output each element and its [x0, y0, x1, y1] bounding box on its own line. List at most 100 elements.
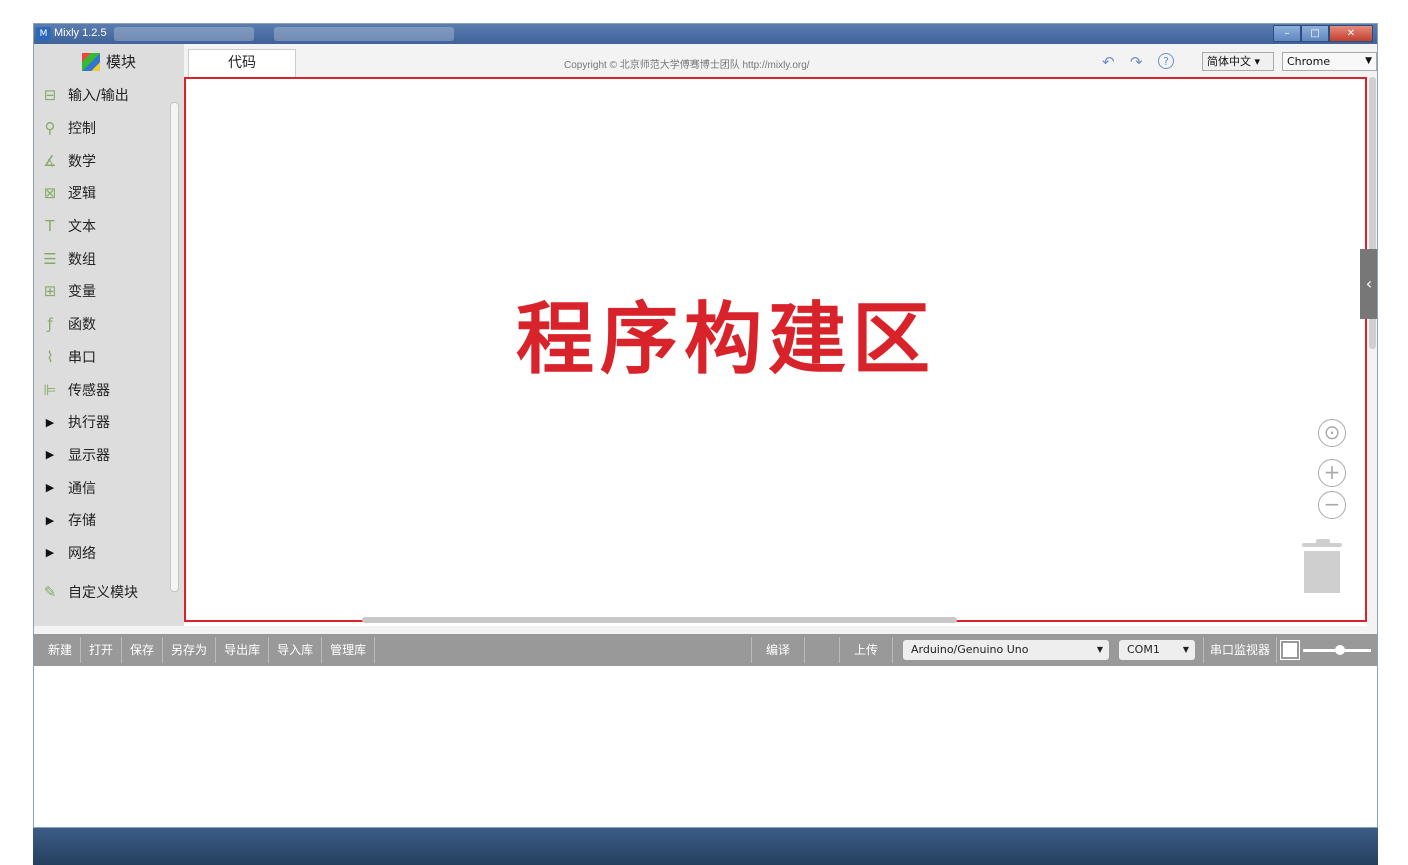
app-icon: M — [36, 27, 51, 41]
sidebar-header-label: 模块 — [105, 53, 136, 71]
import-library-button[interactable]: 导入库 — [269, 637, 323, 663]
function-icon: ƒ — [47, 315, 53, 334]
sidebar-item-4[interactable]: T 文本 — [34, 210, 184, 243]
blurred-taskbar-tab — [114, 27, 254, 41]
sidebar-item-label: 逻辑 — [68, 186, 96, 203]
sidebar-item-label: 串口 — [68, 349, 96, 366]
slider-knob[interactable] — [1335, 644, 1345, 655]
serial-icon: ⌇ — [46, 347, 54, 366]
bottom-toolbar: 新建 打开 保存 另存为 导出库 导入库 管理库 编译 上传 Arduino/G… — [34, 634, 1377, 666]
close-icon[interactable]: ✕ — [1329, 25, 1373, 42]
serial-monitor-button[interactable]: 串口监视器 — [1202, 637, 1277, 663]
io-icon: ⊟ — [43, 86, 57, 105]
trash-icon[interactable] — [1302, 539, 1342, 595]
sidebar-item-0[interactable]: ⊟ 输入/输出 — [34, 79, 184, 112]
chevron-down-icon: ▼ — [1182, 645, 1189, 654]
save-button[interactable]: 保存 — [122, 637, 164, 663]
window-controls: – □ ✕ — [1273, 25, 1373, 42]
copyright-text: Copyright © 北京师范大学傅骞博士团队 http://mixly.or… — [564, 60, 810, 71]
sidebar-item-3[interactable]: ⊠ 逻辑 — [34, 177, 184, 210]
sidebar-item-label: 存储 — [68, 513, 96, 530]
tab-bar: 代码 Copyright © 北京师范大学傅骞博士团队 http://mixly… — [184, 44, 1377, 77]
zoom-out-icon[interactable]: − — [1318, 491, 1346, 519]
recenter-icon[interactable]: ⊙ — [1318, 419, 1346, 447]
expand-triangle-icon: ▶ — [45, 546, 55, 560]
maximize-icon[interactable]: □ — [1301, 25, 1329, 42]
new-button[interactable]: 新建 — [34, 637, 82, 663]
sidebar-item-12[interactable]: ▶ 通信 — [34, 471, 184, 504]
undo-icon[interactable]: ↶ — [1102, 53, 1115, 71]
sidebar-item-14[interactable]: ▶ 网络 — [34, 537, 184, 570]
sidebar-item-9[interactable]: ⊫ 传感器 — [34, 373, 184, 406]
chevron-down-icon: ▼ — [1365, 56, 1372, 66]
expand-triangle-icon: ▶ — [45, 481, 55, 495]
chevron-down-icon: ▼ — [1096, 645, 1103, 654]
expand-triangle-icon: ▶ — [45, 513, 55, 527]
port-select-value: COM1 — [1126, 643, 1160, 656]
compile-button[interactable]: 编译 — [750, 637, 805, 663]
output-console[interactable] — [34, 666, 1377, 827]
expand-triangle-icon: ▶ — [45, 448, 55, 462]
board-select[interactable]: Arduino/Genuino Uno ▼ — [902, 640, 1109, 660]
sidebar-item-label: 数学 — [68, 153, 96, 170]
sidebar-item-label: 网络 — [68, 545, 96, 562]
workspace-horizontal-scrollbar[interactable] — [362, 617, 957, 623]
sidebar-item-5[interactable]: ☰ 数组 — [34, 242, 184, 275]
math-icon: ∡ — [43, 151, 57, 170]
expand-triangle-icon: ▶ — [45, 415, 55, 429]
redo-icon[interactable]: ↷ — [1130, 53, 1143, 71]
program-workspace[interactable]: 程序构建区 ‹ ⊙ + − — [184, 77, 1377, 626]
text-icon: T — [45, 217, 55, 236]
sidebar-item-7[interactable]: ƒ 函数 — [34, 308, 184, 341]
build-area-label: 程序构建区 — [515, 295, 936, 385]
language-select[interactable]: 简体中文 ▾ — [1202, 52, 1274, 71]
sidebar-item-label: 自定义模块 — [68, 584, 138, 601]
sidebar-item-label: 函数 — [68, 317, 96, 334]
open-button[interactable]: 打开 — [81, 637, 123, 663]
manage-library-button[interactable]: 管理库 — [322, 637, 376, 663]
category-list: ⊟ 输入/输出 ⚲ 控制 ∡ 数学 ⊠ 逻辑 T 文本 ☰ 数组 ⊞ 变量 ƒ 函数 ⌇ 串口 ⊫ 传感器 ▶ 执行器 ▶ 显… — [34, 79, 184, 608]
sidebar-header[interactable]: 模块 — [34, 44, 184, 79]
browser-select-value: Chrome — [1287, 55, 1331, 68]
sidebar-item-13[interactable]: ▶ 存储 — [34, 504, 184, 537]
sidebar-item-label: 控制 — [68, 121, 96, 138]
sidebar-item-10[interactable]: ▶ 执行器 — [34, 406, 184, 439]
collapse-panel-icon[interactable]: ‹ — [1360, 249, 1377, 319]
sidebar-item-label: 变量 — [68, 284, 96, 301]
help-icon[interactable]: ? — [1158, 53, 1174, 69]
sidebar-item-11[interactable]: ▶ 显示器 — [34, 439, 184, 472]
zoom-slider[interactable] — [1303, 644, 1371, 655]
browser-select[interactable]: Chrome ▼ — [1282, 52, 1377, 71]
sidebar-item-15[interactable]: ✎ 自定义模块 — [34, 575, 184, 608]
sidebar-item-label: 输入/输出 — [68, 88, 129, 105]
port-select[interactable]: COM1 ▼ — [1118, 640, 1195, 660]
sidebar-item-label: 传感器 — [68, 382, 110, 399]
toolbar-divider — [805, 637, 840, 663]
tab-code[interactable]: 代码 — [188, 49, 296, 77]
save-as-button[interactable]: 另存为 — [163, 637, 217, 663]
control-icon: ⚲ — [44, 119, 56, 138]
sidebar-item-label: 通信 — [68, 480, 96, 497]
sidebar-item-label: 数组 — [68, 251, 96, 268]
window-title: Mixly 1.2.5 — [54, 27, 107, 39]
os-taskbar — [33, 828, 1378, 865]
upload-button[interactable]: 上传 — [840, 637, 893, 663]
array-icon: ☰ — [43, 249, 57, 268]
sidebar-item-8[interactable]: ⌇ 串口 — [34, 341, 184, 374]
custom-block-icon: ✎ — [43, 582, 57, 601]
minimize-icon[interactable]: – — [1273, 25, 1301, 42]
sidebar-item-2[interactable]: ∡ 数学 — [34, 144, 184, 177]
export-library-button[interactable]: 导出库 — [216, 637, 270, 663]
sidebar-scrollbar[interactable] — [170, 102, 179, 592]
zoom-in-icon[interactable]: + — [1318, 459, 1346, 487]
sidebar-item-6[interactable]: ⊞ 变量 — [34, 275, 184, 308]
chip-icon[interactable] — [1283, 643, 1297, 657]
sidebar-item-label: 文本 — [68, 219, 96, 236]
sidebar-item-1[interactable]: ⚲ 控制 — [34, 112, 184, 145]
sensor-icon: ⊫ — [43, 380, 57, 399]
board-select-value: Arduino/Genuino Uno — [910, 643, 1029, 656]
app-window: M Mixly 1.2.5 – □ ✕ 模块 ⊟ 输入/输出 ⚲ 控制 ∡ 数学 ⊠ 逻辑 T 文… — [33, 23, 1378, 828]
block-sidebar: 模块 ⊟ 输入/输出 ⚲ 控制 ∡ 数学 ⊠ 逻辑 T 文本 ☰ 数组 ⊞ 变量 ƒ 函数 ⌇ 串口 ⊫ 传感器 ▶ 执行… — [34, 44, 184, 646]
blurred-taskbar-tab — [274, 27, 454, 41]
logic-icon: ⊠ — [43, 184, 57, 203]
